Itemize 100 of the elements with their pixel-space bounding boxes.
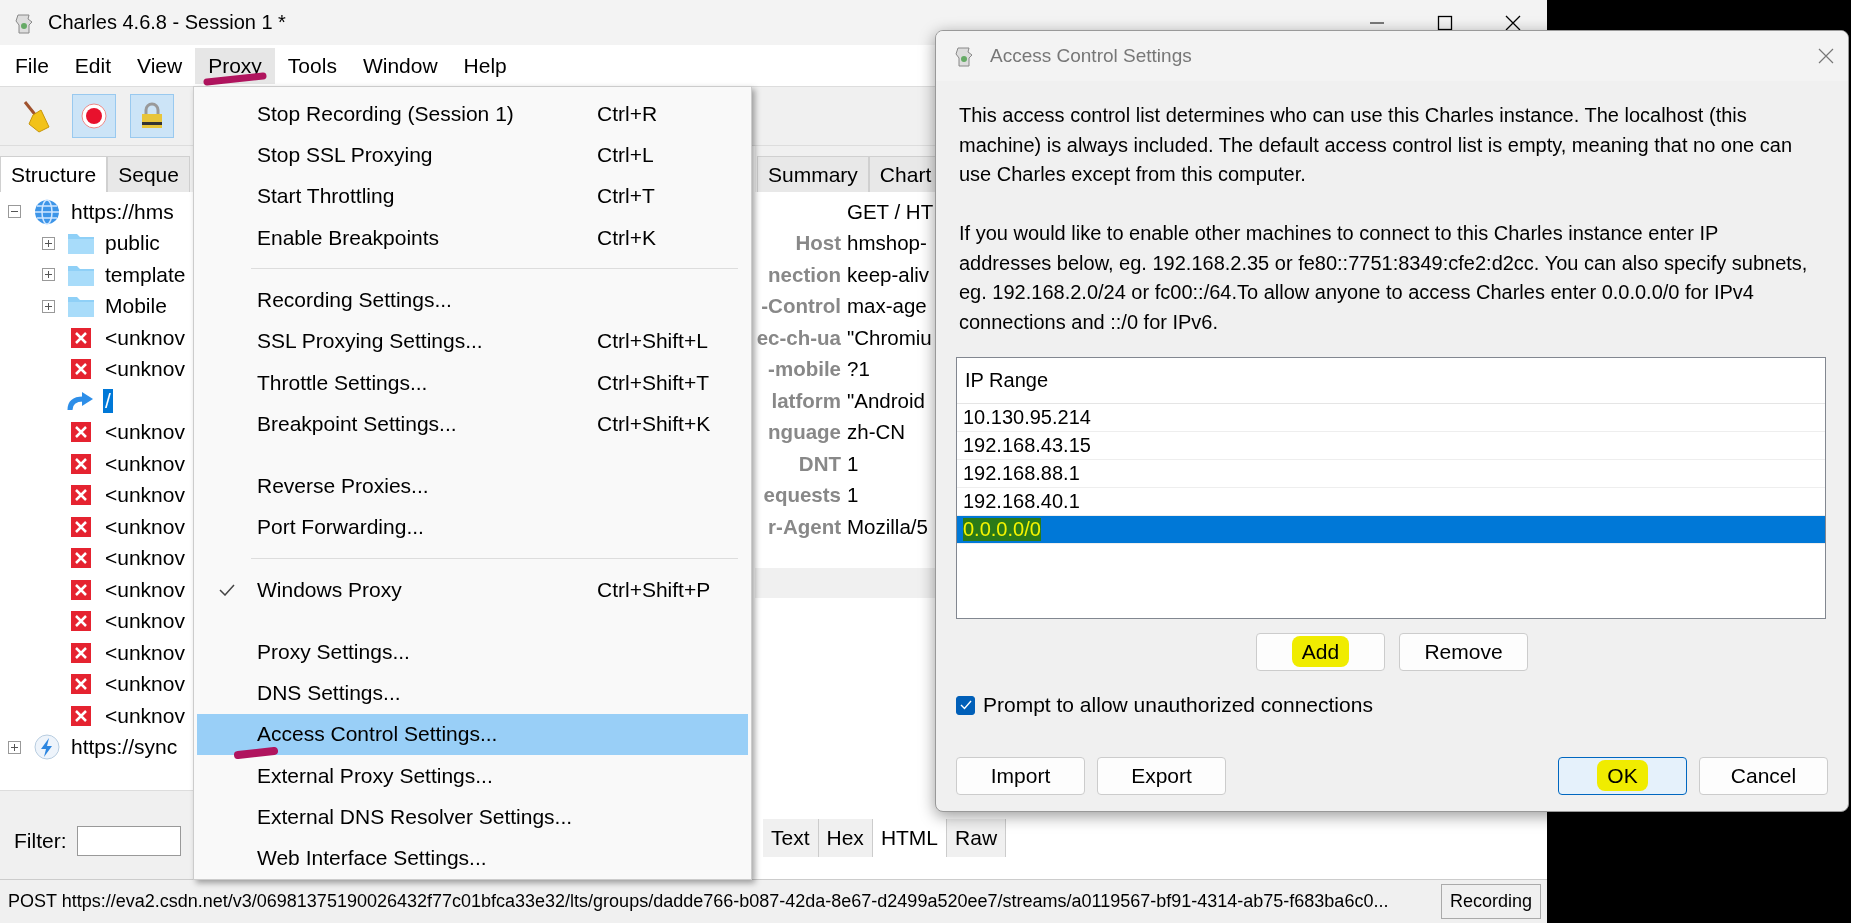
menu-item[interactable]: Windows Proxy Ctrl+Shift+P bbox=[197, 568, 748, 611]
window-title: Charles 4.6.8 - Session 1 * bbox=[48, 11, 286, 34]
header-name: -Control bbox=[760, 294, 841, 319]
table-row[interactable]: 10.130.95.214 bbox=[957, 404, 1825, 432]
tree-item[interactable]: / bbox=[103, 388, 113, 413]
error-icon bbox=[70, 421, 92, 444]
header-value: zh-CN bbox=[847, 420, 906, 445]
header-value: 1 bbox=[847, 483, 859, 508]
tree-item[interactable]: <unknov bbox=[103, 640, 187, 665]
tab[interactable]: Raw bbox=[947, 819, 1007, 857]
ssl-lock-button[interactable] bbox=[130, 94, 174, 138]
button[interactable]: Add bbox=[1256, 633, 1385, 671]
error-icon bbox=[70, 641, 92, 664]
expand-icon[interactable] bbox=[42, 268, 55, 282]
tree-item[interactable]: <unknov bbox=[103, 514, 187, 539]
tab[interactable]: Summary bbox=[757, 156, 869, 192]
arrow-icon bbox=[67, 389, 95, 412]
tree-item[interactable]: <unknov bbox=[103, 451, 187, 476]
table-row[interactable]: 192.168.43.15 bbox=[957, 432, 1825, 460]
record-icon bbox=[81, 103, 107, 129]
tree-item[interactable]: <unknov bbox=[103, 420, 187, 445]
description-text: This access control list determines who can use this Charles instance. The localhost (this machine) is always included. The default access control list is empty, meaning that no one can use Charles except from this computer. bbox=[959, 103, 1794, 187]
description-text: If you would like to enable other machines to connect to this Charles instance enter IP addresses below, eg. 192.168.2.35 or fe80::7751:8349:cfe2:d2cc. You can also specify subnets, eg. 192.168.2.0/24 or fc00::/64.To allow anyone to access Charles enter 0.0.0.0/0 for IPv4 connections and ::/0 for IPv6. bbox=[959, 221, 1809, 335]
header-name: nguage bbox=[767, 420, 841, 445]
maximize-icon[interactable] bbox=[1437, 14, 1453, 31]
tree-item[interactable]: <unknov bbox=[103, 546, 187, 571]
menu-item[interactable]: Stop Recording (Session 1) Ctrl+R bbox=[197, 93, 748, 135]
header-value: ?1 bbox=[847, 357, 870, 382]
expand-icon[interactable] bbox=[42, 236, 55, 250]
error-icon bbox=[70, 578, 92, 601]
menu-item[interactable]: Access Control Settings... bbox=[197, 713, 748, 755]
menu-item[interactable]: Breakpoint Settings... Ctrl+Shift+K bbox=[197, 403, 748, 445]
header-value: Mozilla/5 bbox=[847, 514, 928, 539]
menu-item[interactable]: Tools bbox=[274, 47, 350, 84]
button[interactable]: Remove bbox=[1399, 633, 1528, 671]
tree-item[interactable]: <unknov bbox=[103, 672, 187, 697]
expand-icon[interactable] bbox=[8, 740, 21, 754]
tree-item[interactable]: public bbox=[103, 231, 162, 256]
folder-icon bbox=[67, 294, 95, 319]
menu-item[interactable]: Reverse Proxies... bbox=[197, 465, 748, 507]
checkmark-icon bbox=[959, 700, 972, 710]
error-icon bbox=[70, 610, 92, 633]
header-name: -mobile bbox=[767, 357, 841, 382]
expand-icon[interactable] bbox=[42, 299, 55, 313]
error-icon bbox=[70, 704, 92, 727]
error-icon bbox=[70, 326, 92, 349]
tree-item[interactable]: https://sync bbox=[69, 735, 180, 760]
column-header: IP Range bbox=[957, 358, 1825, 404]
menu-item[interactable]: Stop SSL Proxying Ctrl+L bbox=[197, 134, 748, 176]
filter-label: Filter: bbox=[14, 829, 67, 853]
checkbox[interactable] bbox=[956, 695, 975, 715]
menu-item[interactable]: Throttle Settings... Ctrl+Shift+T bbox=[197, 361, 748, 404]
collapse-icon[interactable] bbox=[8, 205, 21, 219]
button[interactable]: Import bbox=[956, 757, 1085, 795]
table-row[interactable]: 192.168.88.1 bbox=[957, 460, 1825, 488]
menu-item[interactable]: Help bbox=[450, 47, 520, 84]
tree-item[interactable]: <unknov bbox=[103, 357, 187, 382]
menu-item[interactable]: View bbox=[124, 47, 196, 84]
header-name: r-Agent bbox=[767, 514, 841, 539]
menu-item[interactable]: SSL Proxying Settings... Ctrl+Shift+L bbox=[197, 320, 748, 362]
recording-button[interactable]: Recording bbox=[1440, 884, 1541, 919]
tree-item[interactable]: <unknov bbox=[103, 483, 187, 508]
menu-item[interactable]: Enable Breakpoints Ctrl+K bbox=[197, 216, 748, 259]
close-icon[interactable] bbox=[1505, 14, 1521, 31]
tab[interactable]: Structure bbox=[0, 156, 108, 192]
menu-item[interactable]: DNS Settings... bbox=[197, 672, 748, 714]
menu-item[interactable]: File bbox=[2, 47, 62, 84]
record-button[interactable] bbox=[72, 94, 116, 138]
menu-item[interactable]: Edit bbox=[61, 47, 125, 84]
tab[interactable]: Seque bbox=[107, 156, 190, 192]
menu-item[interactable]: External DNS Resolver Settings... bbox=[197, 796, 748, 838]
tree-item[interactable]: Mobile bbox=[103, 294, 169, 319]
tree-item[interactable]: <unknov bbox=[103, 703, 187, 728]
tree-item[interactable]: template bbox=[103, 262, 188, 287]
menu-item[interactable]: Window bbox=[349, 47, 451, 84]
button[interactable]: Cancel bbox=[1699, 757, 1828, 795]
tab[interactable]: Text bbox=[763, 819, 819, 857]
header-name: nection bbox=[767, 262, 841, 287]
tab[interactable]: Hex bbox=[818, 819, 873, 857]
tree-item[interactable]: <unknov bbox=[103, 609, 187, 634]
button[interactable]: OK bbox=[1558, 757, 1687, 795]
tree-item[interactable]: https://hms bbox=[69, 199, 176, 224]
filter-field[interactable] bbox=[76, 826, 181, 856]
button[interactable]: Export bbox=[1097, 757, 1226, 795]
header-value: "Android bbox=[847, 388, 925, 413]
menu-item[interactable]: Proxy Settings... bbox=[197, 631, 748, 673]
jug-icon bbox=[954, 44, 974, 68]
tree-item[interactable]: <unknov bbox=[103, 325, 187, 350]
menu-item[interactable]: Start Throttling Ctrl+T bbox=[197, 175, 748, 217]
tree-item[interactable]: <unknov bbox=[103, 577, 187, 602]
menu-item[interactable]: External Proxy Settings... bbox=[197, 754, 748, 797]
error-icon bbox=[70, 515, 92, 538]
broom-icon[interactable] bbox=[21, 99, 51, 133]
menu-item[interactable]: Web Interface Settings... bbox=[197, 837, 748, 879]
tab[interactable]: HTML bbox=[872, 819, 948, 857]
error-icon bbox=[70, 358, 92, 381]
menu-item[interactable]: Port Forwarding... bbox=[197, 506, 748, 548]
header-value: "Chromiu bbox=[847, 325, 932, 350]
table-row[interactable]: 0.0.0.0/0 bbox=[957, 516, 1825, 544]
menu-item[interactable]: Recording Settings... bbox=[197, 279, 748, 321]
